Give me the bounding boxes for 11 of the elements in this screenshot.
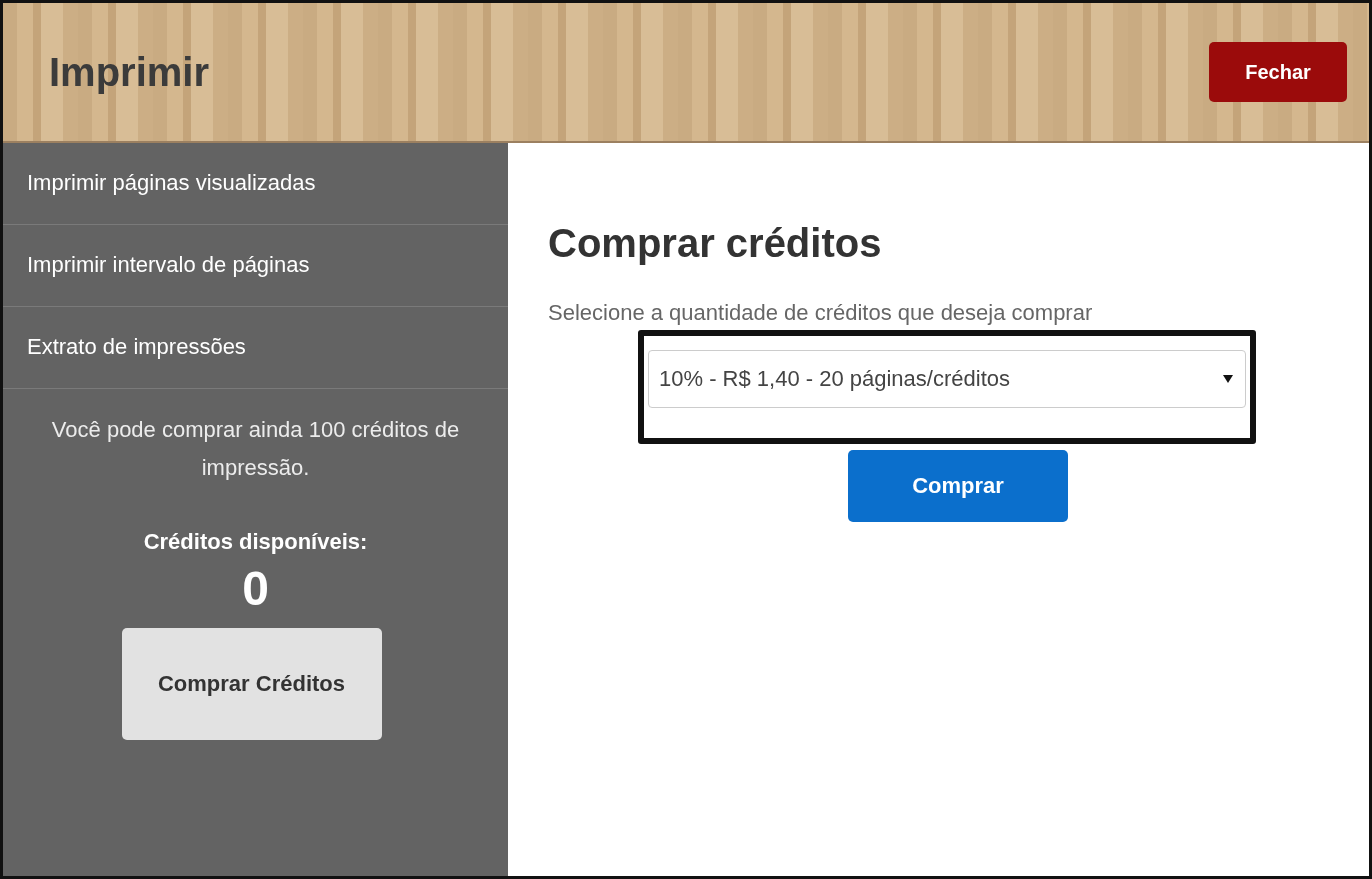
credits-select[interactable]: 10% - R$ 1,40 - 20 páginas/créditos — [648, 350, 1246, 408]
section-heading: Comprar créditos — [548, 221, 883, 266]
page-title: Imprimir — [49, 49, 210, 95]
close-button[interactable]: Fechar — [1209, 42, 1347, 102]
caret-icon — [1223, 375, 1233, 383]
credits-value: 0 — [241, 561, 270, 616]
instruction-text: Selecione a quantidade de créditos que deseja comprar — [548, 300, 1094, 326]
buy-credits-button[interactable]: Comprar Créditos — [121, 628, 382, 740]
credits-label: Créditos disponíveis: — [142, 529, 369, 555]
credits-info-text: Você pode comprar ainda 100 créditos de impressão. — [50, 416, 461, 482]
buy-button[interactable]: Comprar — [848, 450, 1068, 522]
